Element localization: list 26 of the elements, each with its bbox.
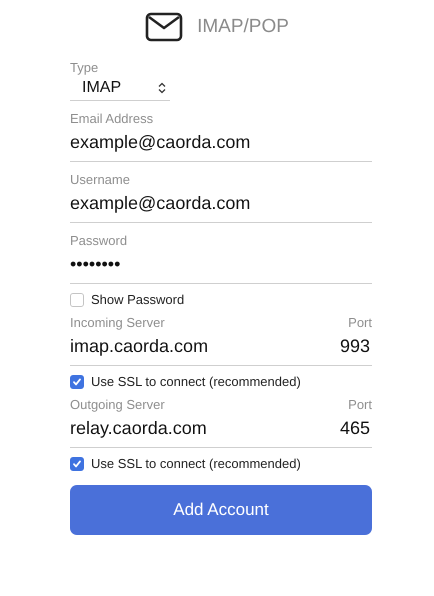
field-label: Outgoing Server [70,397,165,412]
field-label: Incoming Server [70,315,165,330]
input-field[interactable]: example@caorda.com [70,187,372,223]
checkbox[interactable] [70,456,84,470]
checkbox-label: Use SSL to connect (recommended) [91,374,301,389]
input-field[interactable]: example@caorda.com [70,126,372,162]
port-label: Port [348,397,372,412]
header-title: IMAP/POP [197,16,289,38]
envelope-icon [145,12,184,42]
checkbox-label: Use SSL to connect (recommended) [91,456,301,471]
field-label: Email Address [70,111,154,126]
port-label: Port [348,315,372,330]
checkmark-icon [72,376,82,386]
chevron-updown-icon [158,82,166,94]
field-label: Password [70,233,128,248]
checkbox[interactable] [70,292,84,306]
field-label: Type [70,60,100,75]
type-select[interactable]: IMAP [70,75,170,101]
checkbox[interactable] [70,374,84,388]
checkmark-icon [72,458,82,468]
checkbox-label: Show Password [91,292,184,307]
field-label: Username [70,172,131,187]
server-field[interactable]: relay.caorda.com 465 [70,412,372,448]
input-field[interactable]: •••••••• [70,248,372,284]
server-field[interactable]: imap.caorda.com 993 [70,330,372,366]
add-account-button[interactable]: Add Account [70,485,372,535]
